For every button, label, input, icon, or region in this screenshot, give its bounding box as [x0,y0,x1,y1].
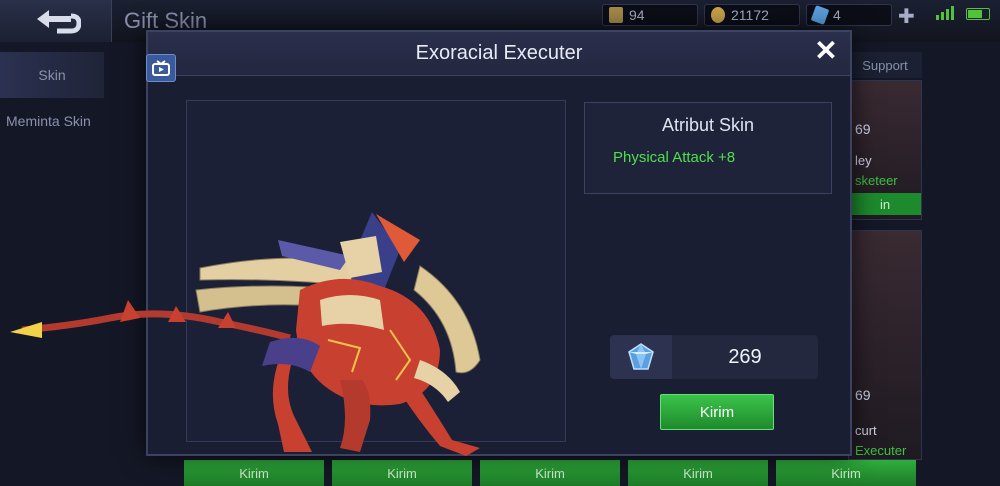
hero-model-illustration [10,212,481,456]
